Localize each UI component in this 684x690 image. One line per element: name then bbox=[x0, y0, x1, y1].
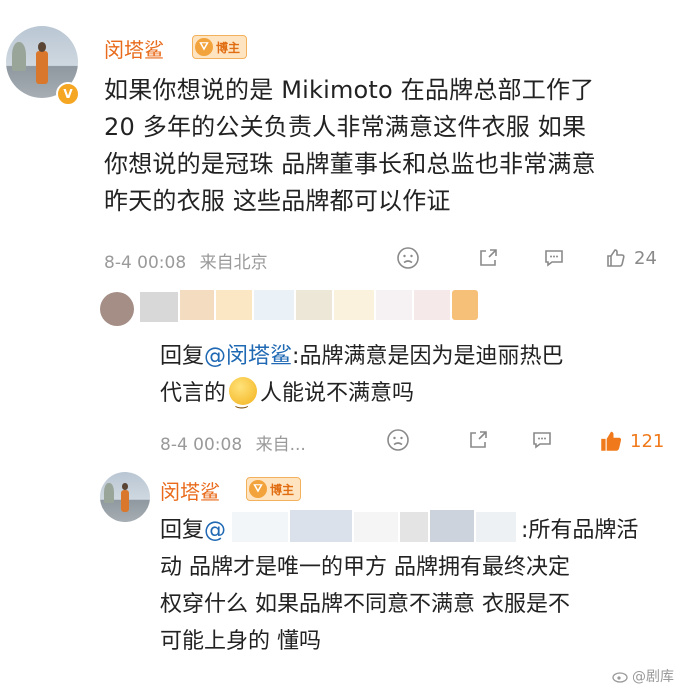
comment-icon bbox=[533, 432, 551, 449]
watermark: @剧库 bbox=[612, 666, 674, 686]
reply1-time: 8-4 00:08 bbox=[160, 435, 243, 455]
avatar-figure bbox=[121, 483, 129, 512]
reply1-mention[interactable]: @闵塔鲨 bbox=[204, 344, 292, 369]
avatar-tree bbox=[104, 483, 114, 503]
reply2-prefix: 回复 bbox=[160, 518, 205, 543]
blogger-badge-icon: ⛛ bbox=[195, 38, 213, 56]
reply1-meta: 8-4 00:08 来自... bbox=[160, 430, 306, 455]
share-button[interactable] bbox=[476, 246, 500, 270]
reply1-text: 回复@闵塔鲨:品牌满意是因为是迪丽热巴 代言的 人能说不满意吗 bbox=[160, 338, 670, 420]
reply2-mention[interactable]: @ bbox=[204, 518, 226, 543]
blogger-badge: ⛛ 博主 bbox=[192, 35, 248, 59]
post-meta: 8-4 00:08 来自北京 bbox=[104, 248, 268, 273]
avatar-figure bbox=[36, 42, 48, 84]
like-count: 24 bbox=[634, 247, 657, 269]
like-button[interactable]: 24 bbox=[604, 246, 657, 270]
post-line: 如果你想说的是 Mikimoto 在品牌总部工作了 bbox=[104, 76, 595, 104]
post-line: 20 多年的公关负责人非常满意这件衣服 如果 bbox=[104, 113, 587, 141]
reply1-like-button[interactable]: 121 bbox=[598, 428, 664, 454]
reply2-line: 可能上身的 懂吗 bbox=[160, 629, 321, 654]
smiling-emoji-icon bbox=[229, 377, 258, 420]
blogger-badge-icon: ⛛ bbox=[249, 480, 267, 498]
reply1-comment-button[interactable] bbox=[530, 428, 554, 452]
verified-icon: V bbox=[56, 82, 80, 106]
avatar-tree bbox=[11, 41, 27, 71]
thumbs-up-filled-icon bbox=[601, 431, 622, 451]
reply1-line: 回复@闵塔鲨:品牌满意是因为是迪丽热巴 bbox=[160, 338, 670, 375]
blogger-badge-label: 博主 bbox=[216, 40, 241, 55]
author-name[interactable]: 闵塔鲨 bbox=[104, 34, 164, 63]
reply2-author-name[interactable]: 闵塔鲨 bbox=[160, 476, 220, 505]
weibo-logo-icon bbox=[612, 672, 628, 683]
frown-icon bbox=[387, 429, 409, 451]
reply1-like-count: 121 bbox=[630, 430, 665, 452]
comment-button[interactable] bbox=[542, 246, 566, 270]
reply1-line2-after: 人能说不满意吗 bbox=[260, 381, 415, 406]
reply1-dislike-button[interactable] bbox=[386, 428, 410, 452]
reply2-line: 权穿什么 如果品牌不同意不满意 衣服是不 bbox=[160, 592, 570, 617]
dislike-button[interactable] bbox=[396, 246, 420, 270]
reply2-line: 动 品牌才是唯一的甲方 品牌拥有最终决定 bbox=[160, 555, 570, 580]
post-text: 如果你想说的是 Mikimoto 在品牌总部工作了 20 多年的公关负责人非常满… bbox=[104, 72, 674, 220]
reply1-source: 来自... bbox=[255, 435, 306, 455]
reply1-prefix: 回复 bbox=[160, 344, 205, 369]
watermark-text: @剧库 bbox=[632, 669, 674, 685]
reply2-line: 回复@ :所有品牌活 bbox=[160, 512, 675, 549]
post-time: 8-4 00:08 bbox=[104, 253, 187, 273]
post-line: 昨天的衣服 这些品牌都可以作证 bbox=[104, 187, 451, 215]
blogger-badge-label: 博主 bbox=[270, 482, 295, 497]
post-line: 你想说的是冠珠 品牌董事长和总监也非常满意 bbox=[104, 150, 596, 178]
share-icon bbox=[480, 249, 497, 266]
reply1-line: 代言的 人能说不满意吗 bbox=[160, 375, 670, 420]
share-icon bbox=[470, 431, 487, 448]
censored-commenter bbox=[100, 286, 480, 326]
reply2-avatar[interactable] bbox=[100, 472, 150, 522]
frown-icon bbox=[397, 247, 419, 269]
post-source: 来自北京 bbox=[199, 253, 268, 273]
reply2-line1-after: :所有品牌活 bbox=[521, 518, 639, 543]
reply1-line2-before: 代言的 bbox=[160, 381, 227, 406]
reply1-share-button[interactable] bbox=[466, 428, 490, 452]
reply1-line1: :品牌满意是因为是迪丽热巴 bbox=[292, 344, 564, 369]
thumbs-up-icon bbox=[607, 249, 625, 267]
reply2-text: 回复@ :所有品牌活 动 品牌才是唯一的甲方 品牌拥有最终决定 权穿什么 如果品牌… bbox=[160, 512, 675, 660]
comment-icon bbox=[545, 250, 563, 267]
reply2-blogger-badge: ⛛ 博主 bbox=[246, 477, 302, 501]
